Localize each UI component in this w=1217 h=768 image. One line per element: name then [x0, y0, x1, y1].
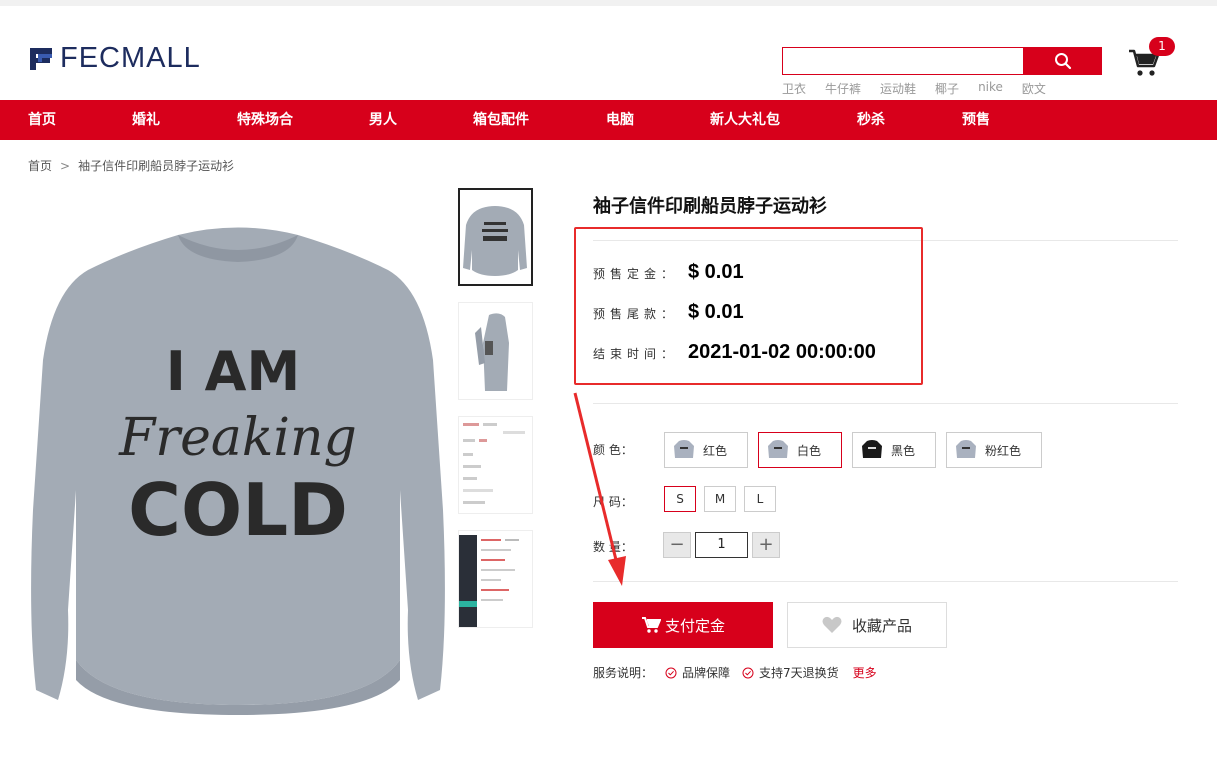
end-time-label: 结束时间： — [593, 347, 679, 361]
breadcrumb-current: 袖子信件印刷船员脖子运动衫 — [78, 159, 235, 173]
color-option-label: 黑色 — [891, 443, 916, 458]
thumbnail-4[interactable] — [458, 530, 533, 628]
color-option-pink[interactable]: 粉红色 — [946, 432, 1042, 468]
color-option-black[interactable]: 黑色 — [852, 432, 936, 468]
size-option-l[interactable]: L — [744, 486, 776, 512]
thumbnail-size-chart — [463, 423, 525, 504]
thumbnail-3[interactable] — [458, 416, 533, 514]
print-line-1: I AM — [166, 340, 300, 403]
cart-icon — [641, 617, 661, 633]
logo-mark-icon — [30, 48, 52, 70]
nav-item-men[interactable]: 男人 — [369, 100, 397, 140]
color-swatch-gray-sweatshirt — [768, 440, 788, 458]
cart-count-badge: 1 — [1149, 37, 1175, 56]
nav-item-special-occasion[interactable]: 特殊场合 — [237, 100, 293, 140]
nav-item-home[interactable]: 首页 — [28, 100, 56, 140]
thumbnail-detail-screenshot — [459, 535, 519, 627]
balance-value: $ 0.01 — [688, 301, 744, 323]
breadcrumb: 首页 > 袖子信件印刷船员脖子运动衫 — [28, 157, 234, 174]
top-strip — [0, 0, 1217, 6]
check-circle-icon — [665, 667, 677, 678]
thumbnail-sweatshirt-front — [463, 206, 527, 276]
thumbnail-1[interactable] — [458, 188, 533, 286]
main-nav: 首页 婚礼 特殊场合 男人 箱包配件 电脑 新人大礼包 秒杀 预售 — [0, 100, 1217, 140]
service-info: 服务说明： 品牌保障 支持7天退换货 更多 — [593, 664, 877, 681]
thumbnail-2[interactable] — [458, 302, 533, 400]
print-line-3: COLD — [128, 468, 348, 552]
service-brand-guarantee: 品牌保障 — [682, 666, 731, 680]
hot-word-link[interactable]: 运动鞋 — [880, 80, 916, 97]
nav-item-bags[interactable]: 箱包配件 — [473, 100, 529, 140]
color-option-label: 粉红色 — [985, 443, 1022, 458]
hot-word-link[interactable]: 椰子 — [935, 80, 959, 97]
service-label: 服务说明： — [593, 666, 654, 680]
nav-item-newcomer-gift[interactable]: 新人大礼包 — [710, 100, 780, 140]
main-product-image[interactable]: I AM Freaking COLD — [28, 190, 448, 720]
search-input[interactable] — [782, 47, 1023, 75]
color-swatch-black-sweatshirt — [862, 440, 882, 458]
add-favorite-label: 收藏产品 — [851, 616, 912, 635]
annotation-arrow-icon — [573, 392, 626, 586]
logo-text: FECMALL — [60, 42, 201, 74]
search-button[interactable] — [1023, 47, 1102, 75]
nav-item-flash-sale[interactable]: 秒杀 — [857, 100, 885, 140]
balance-label: 预售尾款： — [593, 307, 679, 321]
print-line-2: Freaking — [118, 408, 357, 468]
search-bar — [782, 47, 1102, 75]
deposit-label: 预售定金： — [593, 267, 679, 281]
divider — [593, 403, 1178, 404]
service-more-link[interactable]: 更多 — [853, 664, 877, 681]
color-option-label: 红色 — [703, 443, 728, 458]
breadcrumb-separator: > — [60, 158, 71, 173]
check-circle-icon — [742, 667, 754, 678]
quantity-increase-button[interactable]: + — [752, 532, 780, 558]
color-option-white[interactable]: 白色 — [758, 432, 842, 468]
nav-item-wedding[interactable]: 婚礼 — [132, 100, 160, 140]
breadcrumb-home[interactable]: 首页 — [28, 157, 52, 174]
search-icon — [1054, 53, 1071, 70]
thumbnail-sweatshirt-side — [475, 313, 509, 391]
hot-word-link[interactable]: nike — [978, 80, 1003, 97]
color-option-label: 白色 — [797, 443, 822, 458]
service-return-policy: 支持7天退换货 — [759, 666, 839, 680]
quantity-decrease-button[interactable]: − — [663, 532, 691, 558]
service-item: 支持7天退换货 — [742, 664, 839, 681]
hot-word-link[interactable]: 牛仔裤 — [825, 80, 861, 97]
end-time-value: 2021-01-02 00:00:00 — [688, 341, 876, 363]
logo[interactable]: FECMALL — [28, 42, 201, 74]
size-option-s[interactable]: S — [664, 486, 696, 512]
pay-deposit-button[interactable]: 支付定金 — [593, 602, 773, 648]
hot-words: 卫衣 牛仔裤 运动鞋 椰子 nike 欧文 — [782, 80, 1065, 97]
product-title: 袖子信件印刷船员脖子运动衫 — [593, 196, 827, 217]
service-item: 品牌保障 — [665, 664, 730, 681]
deposit-value: $ 0.01 — [688, 261, 744, 283]
quantity-input[interactable]: 1 — [695, 532, 748, 558]
nav-item-computer[interactable]: 电脑 — [606, 100, 634, 140]
pay-deposit-label: 支付定金 — [664, 616, 725, 635]
color-swatch-gray-sweatshirt — [956, 440, 976, 458]
nav-item-presale[interactable]: 预售 — [962, 100, 990, 140]
heart-icon — [822, 616, 842, 633]
divider — [593, 581, 1178, 582]
size-option-m[interactable]: M — [704, 486, 736, 512]
color-option-red[interactable]: 红色 — [664, 432, 748, 468]
hot-word-link[interactable]: 欧文 — [1022, 80, 1046, 97]
hot-word-link[interactable]: 卫衣 — [782, 80, 806, 97]
add-favorite-button[interactable]: 收藏产品 — [787, 602, 947, 648]
color-swatch-gray-sweatshirt — [674, 440, 694, 458]
